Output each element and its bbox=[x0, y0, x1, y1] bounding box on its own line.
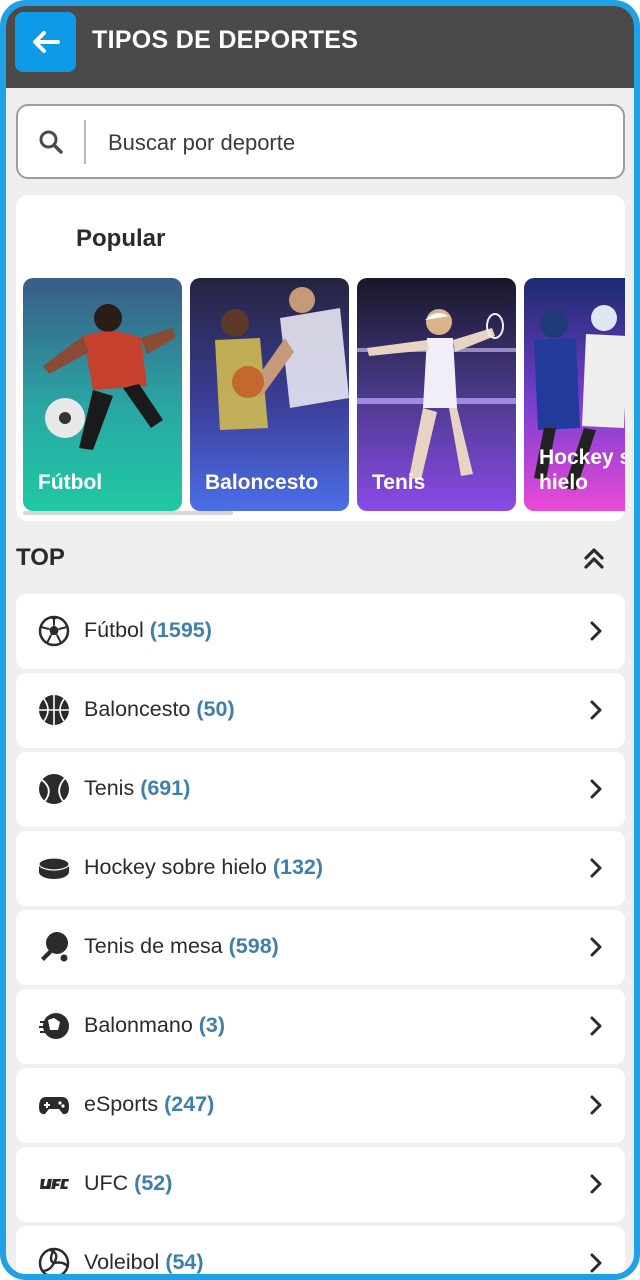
popular-card-tenis[interactable]: Tenis bbox=[357, 278, 516, 511]
search-divider bbox=[84, 120, 86, 164]
chevron-right-icon bbox=[590, 1016, 602, 1036]
event-count: (247) bbox=[164, 1092, 215, 1116]
list-item-futbol[interactable]: Fútbol (1595) bbox=[16, 594, 625, 669]
list-item-esports[interactable]: eSports (247) bbox=[16, 1068, 625, 1143]
event-count: (54) bbox=[165, 1250, 204, 1274]
chevron-right-icon bbox=[590, 1095, 602, 1115]
chevron-right-icon bbox=[590, 858, 602, 878]
sport-name: eSports bbox=[84, 1092, 159, 1116]
popular-carousel[interactable]: Fútbol Baloncesto Tenis Hockey hielo bbox=[23, 278, 625, 511]
event-count: (3) bbox=[198, 1013, 226, 1037]
page-title: TIPOS DE DEPORTES bbox=[92, 26, 359, 54]
list-item-ufc[interactable]: UFC (52) bbox=[16, 1147, 625, 1222]
top-sports-list: Fútbol (1595) Baloncesto (50) Tenis (691… bbox=[16, 594, 625, 1274]
sport-name: Balonmano bbox=[84, 1013, 193, 1037]
soccer-ball-icon bbox=[38, 615, 70, 647]
search-bar[interactable] bbox=[16, 104, 625, 179]
popular-card-label: Fútbol bbox=[38, 471, 103, 494]
sport-name: Tenis bbox=[84, 776, 135, 800]
top-bar: TIPOS DE DEPORTES bbox=[6, 6, 634, 88]
handball-icon bbox=[39, 1013, 69, 1039]
popular-section: Popular Fútbol Baloncesto Tenis Hockey h… bbox=[16, 195, 625, 521]
hockey-puck-icon bbox=[38, 857, 70, 879]
tennis-ball-icon bbox=[39, 774, 69, 804]
basketball-icon bbox=[39, 695, 69, 725]
ufc-icon bbox=[40, 1179, 69, 1189]
arrow-left-icon bbox=[32, 31, 60, 53]
popular-card-futbol[interactable]: Fútbol bbox=[23, 278, 182, 511]
list-item-tenis-de-mesa[interactable]: Tenis de mesa (598) bbox=[16, 910, 625, 985]
list-item-balonmano[interactable]: Balonmano (3) bbox=[16, 989, 625, 1064]
list-item-voleibol[interactable]: Voleibol (54) bbox=[16, 1226, 625, 1274]
top-section-header: TOP bbox=[16, 540, 625, 584]
popular-card-baloncesto[interactable]: Baloncesto bbox=[190, 278, 349, 511]
sport-name: Baloncesto bbox=[84, 697, 191, 721]
list-item-hockey[interactable]: Hockey sobre hielo (132) bbox=[16, 831, 625, 906]
popular-card-hockey[interactable]: Hockey sobre hielo bbox=[524, 278, 625, 511]
event-count: (691) bbox=[140, 776, 191, 800]
chevron-right-icon bbox=[590, 937, 602, 957]
popular-title: Popular bbox=[76, 225, 166, 252]
sport-name: Tenis de mesa bbox=[84, 934, 223, 958]
event-count: (132) bbox=[272, 855, 324, 879]
event-count: (598) bbox=[228, 934, 279, 958]
event-count: (1595) bbox=[149, 618, 212, 642]
sport-name: Fútbol bbox=[84, 618, 144, 642]
popular-card-label: Tenis bbox=[372, 471, 426, 494]
chevron-right-icon bbox=[590, 621, 602, 641]
list-item-tenis[interactable]: Tenis (691) bbox=[16, 752, 625, 827]
collapse-chevrons-up-icon[interactable] bbox=[583, 546, 605, 570]
sport-name: UFC bbox=[84, 1171, 129, 1195]
search-input[interactable] bbox=[108, 124, 588, 162]
ping-pong-icon bbox=[41, 932, 68, 962]
chevron-right-icon bbox=[590, 1174, 602, 1194]
popular-card-label: Baloncesto bbox=[205, 471, 319, 494]
chevron-right-icon bbox=[590, 1253, 602, 1273]
gamepad-icon bbox=[39, 1097, 69, 1115]
event-count: (52) bbox=[134, 1171, 173, 1195]
sport-name: Voleibol bbox=[84, 1250, 160, 1274]
event-count: (50) bbox=[196, 697, 235, 721]
sport-name: Hockey sobre hielo bbox=[84, 855, 267, 879]
carousel-scrollbar[interactable] bbox=[23, 511, 233, 515]
app-frame: TIPOS DE DEPORTES Popular bbox=[0, 0, 640, 1280]
top-section-title: TOP bbox=[16, 544, 65, 571]
chevron-right-icon bbox=[590, 779, 602, 799]
popular-card-label: Hockey sobre hielo bbox=[539, 446, 625, 494]
search-icon bbox=[39, 130, 63, 154]
back-button[interactable] bbox=[15, 12, 76, 72]
list-item-baloncesto[interactable]: Baloncesto (50) bbox=[16, 673, 625, 748]
chevron-right-icon bbox=[590, 700, 602, 720]
volleyball-icon bbox=[38, 1247, 70, 1274]
